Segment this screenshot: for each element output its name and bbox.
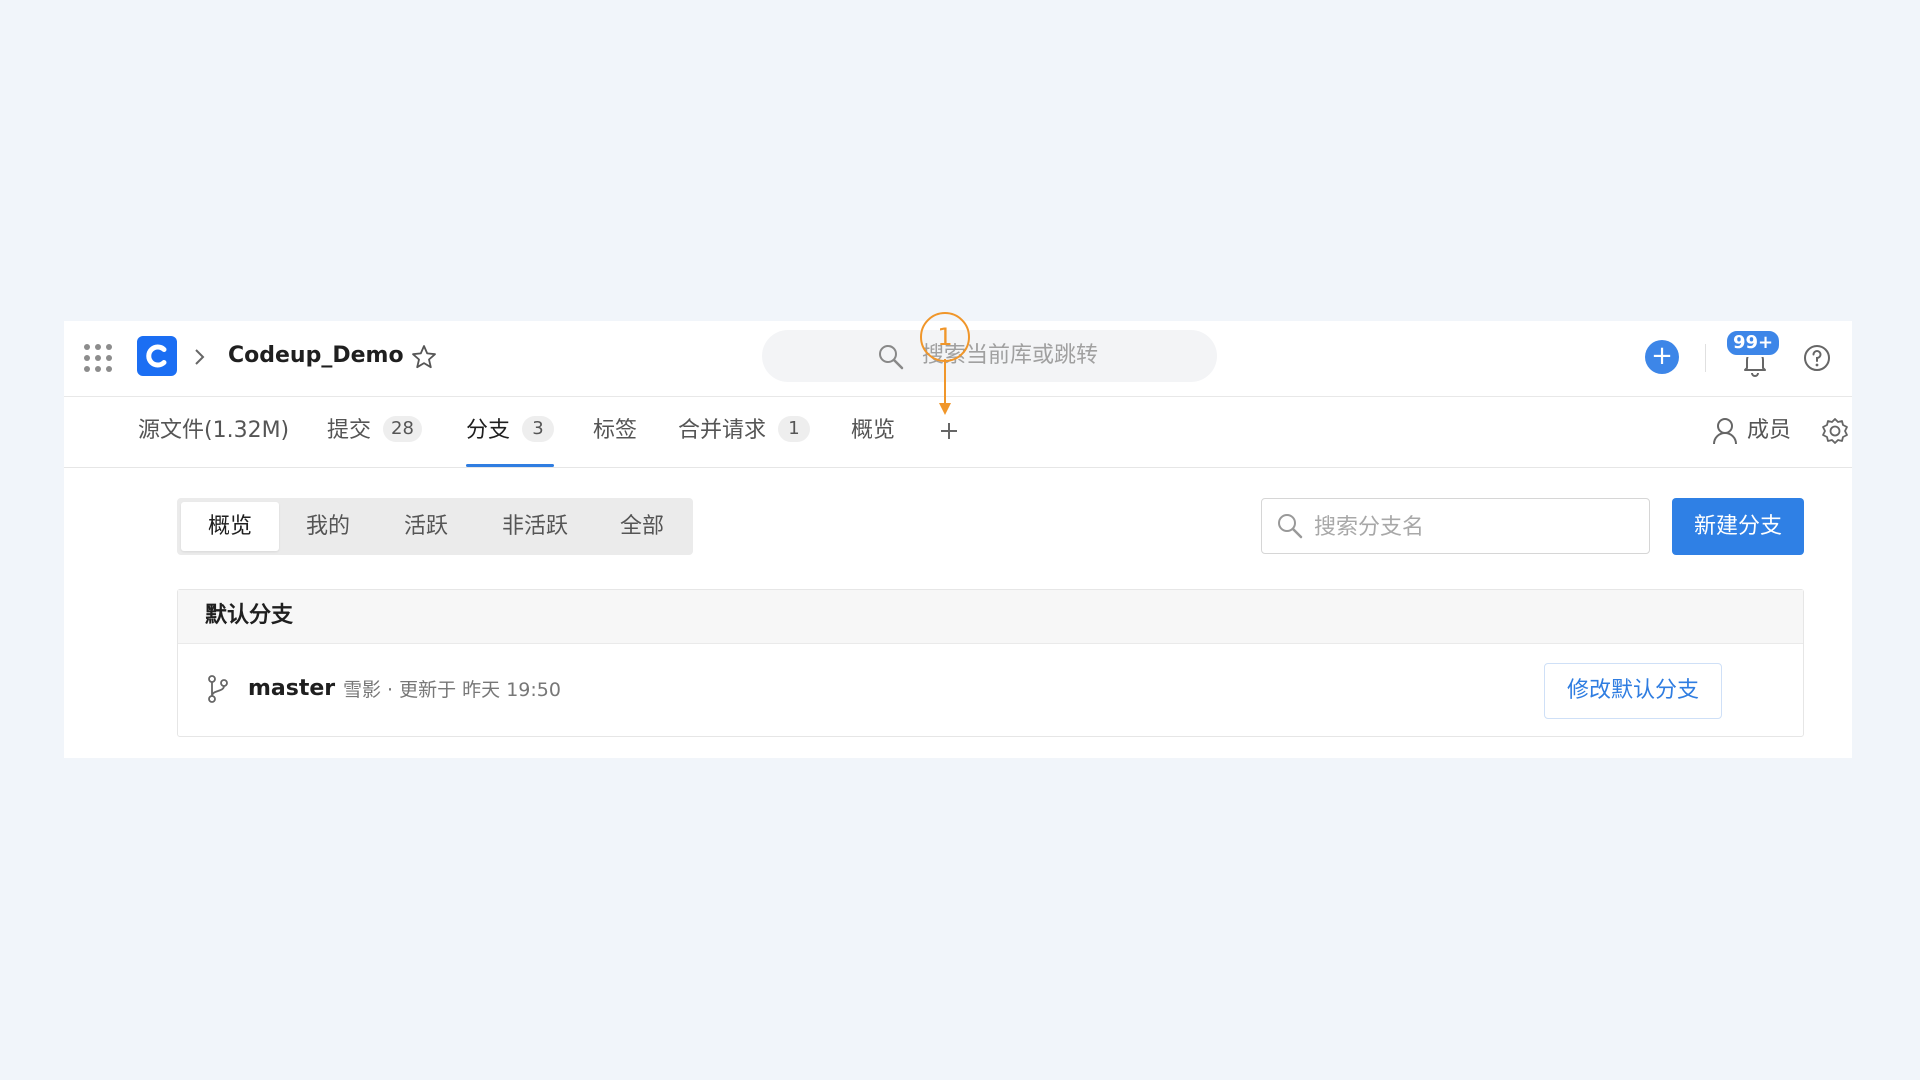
global-search-input[interactable]: 搜索当前库或跳转 bbox=[762, 330, 1217, 382]
tab-label: 分支 bbox=[466, 418, 511, 443]
search-icon bbox=[1278, 514, 1303, 539]
annotation-arrow-icon bbox=[939, 359, 951, 415]
tab-count: 1 bbox=[778, 416, 811, 442]
notification-badge: 99+ bbox=[1725, 329, 1782, 357]
branch-row: master 雪影 · 更新于 昨天 19:50 修改默认分支 bbox=[178, 644, 1803, 736]
tab-overview[interactable]: 概览 bbox=[851, 396, 895, 466]
repo-name[interactable]: Codeup_Demo bbox=[228, 341, 404, 371]
filter-overview[interactable]: 概览 bbox=[181, 502, 279, 551]
tab-label: 标签 bbox=[593, 418, 638, 443]
gear-icon[interactable] bbox=[1820, 416, 1850, 446]
divider bbox=[1705, 344, 1706, 372]
main-panel: Codeup_Demo 搜索当前库或跳转 + 99+ 源文件(1.32M) 提交… bbox=[64, 321, 1852, 758]
filter-mine[interactable]: 我的 bbox=[279, 502, 377, 551]
codeup-logo-icon[interactable] bbox=[137, 336, 177, 376]
tab-label: 合并请求 bbox=[678, 418, 767, 443]
branch-search-box bbox=[1261, 498, 1650, 554]
create-plus-icon[interactable]: + bbox=[1645, 340, 1679, 374]
tab-label: 源文件(1.32M) bbox=[138, 418, 290, 443]
edit-default-branch-button[interactable]: 修改默认分支 bbox=[1544, 663, 1722, 719]
repo-tab-bar: 源文件(1.32M) 提交 28 分支 3 标签 合并请求 1 概览 成员 bbox=[64, 396, 1852, 468]
filter-all[interactable]: 全部 bbox=[595, 502, 689, 551]
new-branch-button[interactable]: 新建分支 bbox=[1672, 498, 1804, 555]
tab-tags[interactable]: 标签 bbox=[593, 396, 637, 466]
tab-commits[interactable]: 提交 28 bbox=[327, 396, 422, 466]
members-label: 成员 bbox=[1747, 418, 1792, 443]
tab-count: 3 bbox=[522, 416, 555, 442]
star-icon[interactable] bbox=[410, 343, 438, 371]
breadcrumb-chevron-icon bbox=[195, 349, 205, 365]
members-link[interactable]: 成员 bbox=[1711, 396, 1791, 466]
filter-active[interactable]: 活跃 bbox=[377, 502, 475, 551]
tab-branches[interactable]: 分支 3 bbox=[466, 396, 555, 467]
card-header: 默认分支 bbox=[178, 590, 1803, 644]
help-icon[interactable] bbox=[1801, 342, 1833, 374]
tab-label: 概览 bbox=[851, 418, 896, 443]
branch-search-input[interactable] bbox=[1312, 507, 1636, 547]
tab-source-files[interactable]: 源文件(1.32M) bbox=[138, 396, 289, 466]
search-icon bbox=[879, 345, 904, 370]
tab-count: 28 bbox=[383, 416, 422, 442]
branch-meta: 雪影 · 更新于 昨天 19:50 bbox=[343, 679, 561, 701]
user-icon bbox=[1713, 418, 1737, 445]
tab-label: 提交 bbox=[327, 418, 372, 443]
section-title: 默认分支 bbox=[205, 603, 294, 628]
filter-inactive[interactable]: 非活跃 bbox=[475, 502, 595, 551]
git-branch-icon bbox=[208, 675, 228, 703]
add-tab-plus-icon[interactable] bbox=[934, 414, 964, 448]
default-branch-card: 默认分支 master 雪影 · 更新于 昨天 19:50 修改默认分支 bbox=[177, 589, 1804, 737]
annotation-marker: 1 bbox=[920, 312, 970, 362]
tab-merge-requests[interactable]: 合并请求 1 bbox=[678, 396, 811, 466]
branch-filter-segmented: 概览 我的 活跃 非活跃 全部 bbox=[177, 498, 693, 555]
branch-name[interactable]: master bbox=[248, 674, 335, 704]
apps-grid-icon[interactable] bbox=[84, 344, 112, 372]
